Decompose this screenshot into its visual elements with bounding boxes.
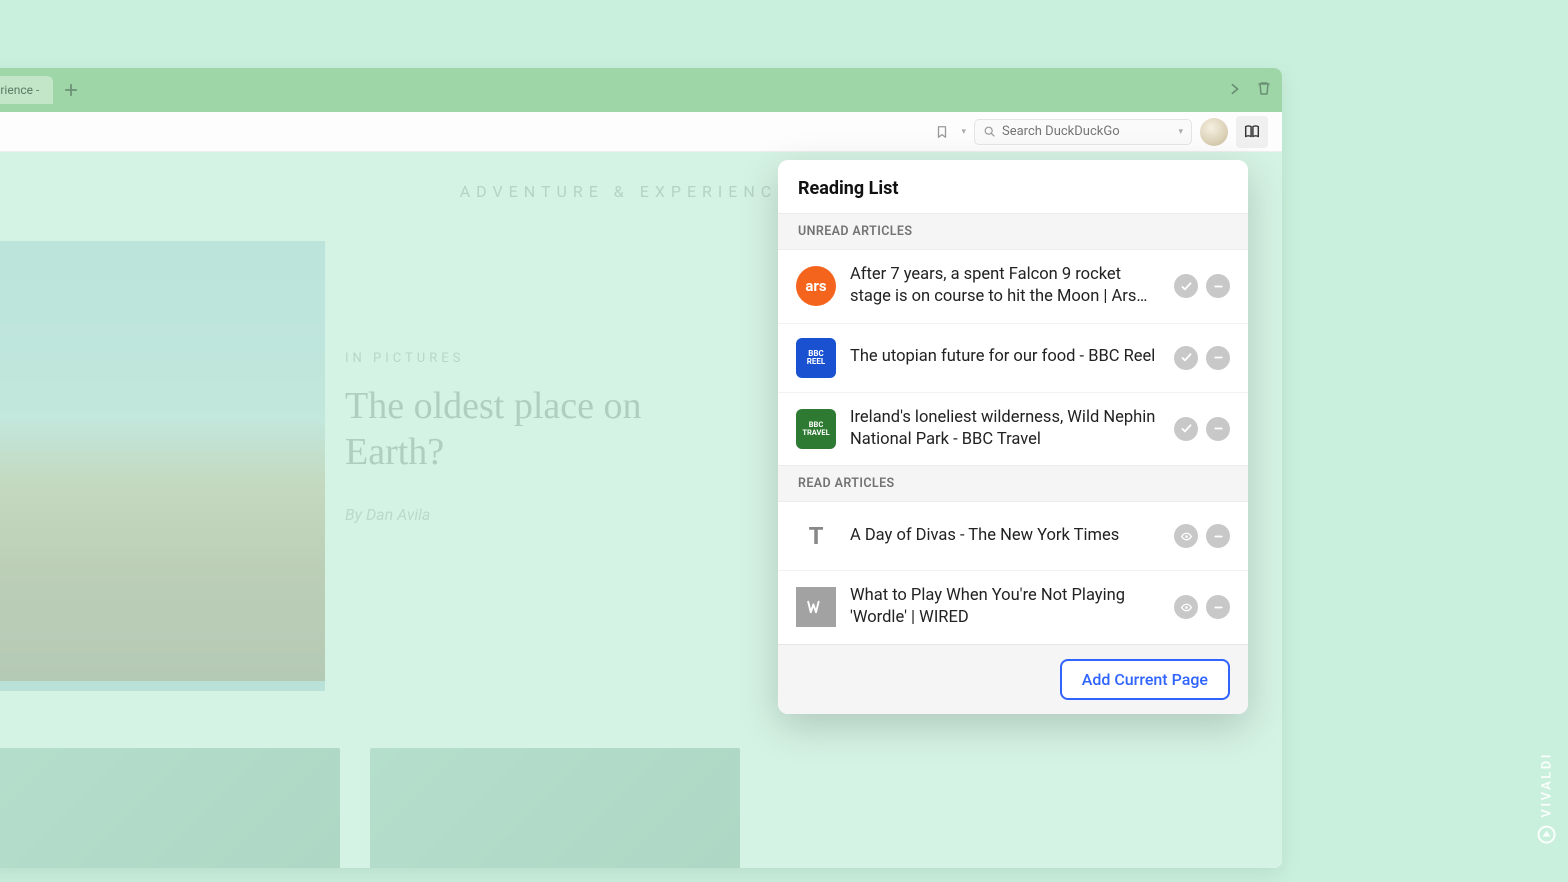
bookmark-dropdown-icon[interactable]: ▾ [961,127,966,137]
thumbnail[interactable] [0,748,340,868]
svg-text:T: T [809,522,824,550]
check-icon [1180,280,1193,293]
search-input[interactable] [1002,124,1172,139]
bbc-reel-favicon-icon: BBCREEL [796,338,836,378]
reading-list-item[interactable]: BBCTRAVEL Ireland's loneliest wilderness… [778,392,1248,466]
item-title: Ireland's loneliest wilderness, Wild Nep… [850,407,1160,452]
item-title: After 7 years, a spent Falcon 9 rocket s… [850,264,1160,309]
ars-technica-favicon-icon: ars [796,266,836,306]
read-section-header: READ ARTICLES [778,465,1248,502]
check-icon [1180,422,1193,435]
add-current-page-button[interactable]: Add Current Page [1060,659,1230,700]
eye-icon [1180,601,1193,614]
item-title: A Day of Divas - The New York Times [850,525,1160,547]
plus-icon [64,83,78,97]
wired-favicon-icon [796,587,836,627]
remove-button[interactable] [1206,274,1230,298]
reading-list-button[interactable] [1236,116,1268,148]
reading-list-item[interactable]: BBCREEL The utopian future for our food … [778,323,1248,392]
book-icon [1243,123,1261,141]
article-byline: By Dan Avila [345,505,725,524]
search-icon [983,125,996,138]
reading-list-item[interactable]: T A Day of Divas - The New York Times [778,502,1248,570]
vivaldi-watermark: VIVALDI [1538,752,1556,844]
mark-unread-button[interactable] [1174,524,1198,548]
thumbnail[interactable] [370,748,740,868]
panel-title: Reading List [778,160,1248,213]
search-field[interactable]: ▾ [974,119,1192,145]
vivaldi-logo-icon [1538,826,1556,844]
reading-list-item[interactable]: ars After 7 years, a spent Falcon 9 rock… [778,250,1248,323]
remove-button[interactable] [1206,595,1230,619]
reading-list-panel: Reading List UNREAD ARTICLES ars After 7… [778,160,1248,714]
check-icon [1180,351,1193,364]
new-tab-button[interactable] [59,78,83,102]
tab-bar: erience - [0,68,1282,112]
trash-icon[interactable] [1256,80,1272,100]
minus-icon [1212,280,1225,293]
mark-read-button[interactable] [1174,274,1198,298]
search-engine-dropdown-icon[interactable]: ▾ [1178,127,1183,137]
item-title: The utopian future for our food - BBC Re… [850,346,1160,368]
hero-image [0,241,325,691]
reading-list-item[interactable]: What to Play When You're Not Playing 'Wo… [778,570,1248,644]
mark-read-button[interactable] [1174,417,1198,441]
tab-label: erience - [0,83,39,97]
tab-overflow-icon[interactable] [1228,81,1242,100]
minus-icon [1212,530,1225,543]
browser-tab[interactable]: erience - [0,76,53,104]
mark-unread-button[interactable] [1174,595,1198,619]
remove-button[interactable] [1206,346,1230,370]
unread-section-header: UNREAD ARTICLES [778,213,1248,250]
remove-button[interactable] [1206,524,1230,548]
minus-icon [1212,601,1225,614]
watermark-text: VIVALDI [1540,752,1555,818]
profile-avatar[interactable] [1200,118,1228,146]
remove-button[interactable] [1206,417,1230,441]
eye-icon [1180,530,1193,543]
panel-footer: Add Current Page [778,644,1248,714]
toolbar: ▾ ▾ [0,112,1282,152]
article-headline: The oldest place on Earth? [345,384,725,475]
minus-icon [1212,422,1225,435]
item-title: What to Play When You're Not Playing 'Wo… [850,585,1160,630]
nyt-favicon-icon: T [796,516,836,556]
bbc-travel-favicon-icon: BBCTRAVEL [796,409,836,449]
mark-read-button[interactable] [1174,346,1198,370]
minus-icon [1212,351,1225,364]
article-kicker: IN PICTURES [345,351,725,366]
bookmark-icon[interactable] [931,121,953,143]
